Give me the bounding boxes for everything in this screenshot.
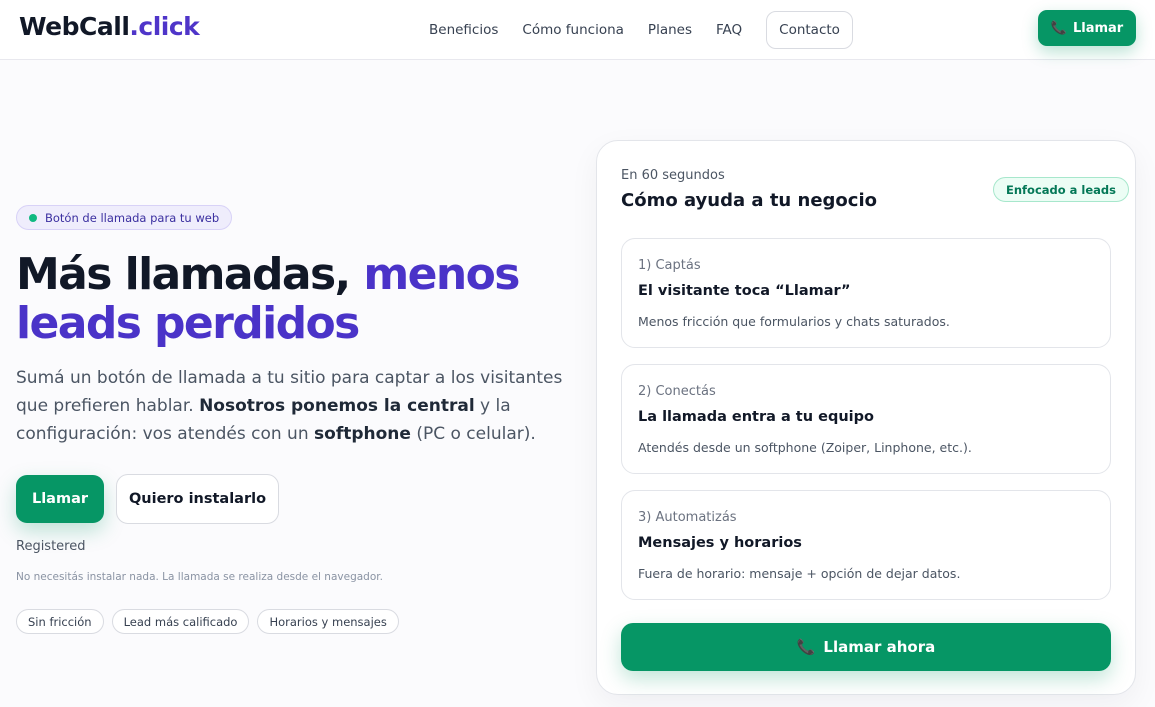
step-card-capta: 1) Captás El visitante toca “Llamar” Men…	[621, 238, 1111, 348]
chip-horarios-mensajes: Horarios y mensajes	[257, 609, 399, 634]
main-nav: Beneficios Cómo funciona Planes FAQ Cont…	[429, 0, 853, 60]
step-number: 3) Automatizás	[638, 510, 737, 525]
step-title: El visitante toca “Llamar”	[638, 283, 851, 299]
install-button[interactable]: Quiero instalarlo	[116, 474, 279, 524]
step-number: 2) Conectás	[638, 384, 716, 399]
step-description: Fuera de horario: mensaje + opción de de…	[638, 566, 961, 581]
logo-main: WebCall	[19, 12, 130, 41]
top-navbar: WebCall.click Beneficios Cómo funciona P…	[0, 0, 1155, 60]
status-dot-icon	[29, 213, 37, 222]
logo-accent: .click	[129, 12, 200, 41]
feature-chips: Sin fricción Lead más calificado Horario…	[16, 609, 399, 634]
hero-title: Más llamadas, menos leads perdidos	[16, 250, 576, 348]
leads-badge: Enfocado a leads	[993, 177, 1130, 202]
nav-beneficios[interactable]: Beneficios	[429, 22, 498, 38]
hero-lead-3: (PC o celular).	[410, 424, 536, 444]
step-number: 1) Captás	[638, 258, 701, 273]
call-status: Registered	[16, 539, 86, 554]
phone-icon: 📞	[1050, 20, 1067, 36]
card-subtitle: En 60 segundos	[621, 168, 725, 183]
header-call-label: Llamar	[1072, 20, 1124, 36]
step-card-automatiza: 3) Automatizás Mensajes y horarios Fuera…	[621, 490, 1111, 600]
nav-como-funciona[interactable]: Cómo funciona	[522, 22, 624, 38]
step-description: Atendés desde un softphone (Zoiper, Linp…	[638, 440, 972, 455]
phone-icon: 📞	[796, 638, 816, 656]
step-description: Menos fricción que formularios y chats s…	[638, 314, 950, 329]
hero-note: No necesitás instalar nada. La llamada s…	[16, 571, 383, 583]
header-call-button[interactable]: 📞 Llamar	[1038, 10, 1136, 46]
step-title: La llamada entra a tu equipo	[638, 409, 874, 425]
hero-lead: Sumá un botón de llamada a tu sitio para…	[16, 364, 576, 448]
nav-faq[interactable]: FAQ	[716, 22, 742, 38]
chip-lead-calificado: Lead más calificado	[111, 609, 250, 634]
hero-pill-label: Botón de llamada para tu web	[45, 210, 220, 225]
call-now-button[interactable]: 📞 Llamar ahora	[621, 623, 1111, 671]
card-title: Cómo ayuda a tu negocio	[621, 190, 877, 211]
nav-contacto-button[interactable]: Contacto	[766, 11, 853, 49]
logo[interactable]: WebCall.click	[19, 12, 200, 41]
hero-lead-bold-1: Nosotros ponemos la central	[199, 396, 475, 416]
hero-title-dark: Más llamadas,	[16, 249, 351, 300]
step-card-conecta: 2) Conectás La llamada entra a tu equipo…	[621, 364, 1111, 474]
chip-sin-friccion: Sin fricción	[16, 609, 104, 634]
hero-pill: Botón de llamada para tu web	[16, 205, 233, 230]
hero-lead-bold-2: softphone	[314, 424, 411, 444]
nav-planes[interactable]: Planes	[648, 22, 692, 38]
step-title: Mensajes y horarios	[638, 535, 802, 551]
how-it-helps-card: En 60 segundos Cómo ayuda a tu negocio E…	[596, 140, 1136, 695]
call-now-label: Llamar ahora	[823, 638, 936, 656]
hero-call-button[interactable]: Llamar	[16, 475, 104, 523]
